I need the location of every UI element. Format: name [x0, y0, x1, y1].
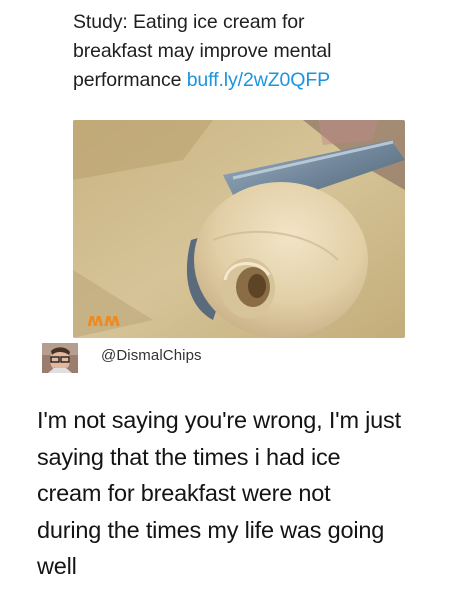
ice-cream-scoop-image: ʍʍ — [73, 120, 405, 338]
watermark-text: ʍʍ — [87, 310, 120, 331]
reply-username[interactable]: @DismalChips — [101, 347, 202, 364]
reply-line: I'm not saying you're wrong, I'm just — [37, 407, 401, 433]
reply-line: well — [37, 553, 77, 579]
tweet-line: performance buff.ly/2wZ0QFP — [73, 66, 453, 95]
tweet-link[interactable]: buff.ly/2wZ0QFP — [187, 69, 330, 91]
reply-line: during the times my life was going — [37, 516, 385, 543]
reply-line: saying that the times i had ice — [37, 443, 341, 470]
reply-tweet-text: I'm not saying you're wrong, I'm just sa… — [37, 402, 467, 585]
tweet-line-text: performance — [73, 69, 187, 91]
avatar-image — [42, 343, 78, 379]
ice-cream-photo[interactable]: ʍʍ — [73, 120, 405, 338]
tweet-line: breakfast may improve mental — [73, 40, 332, 62]
avatar[interactable] — [42, 343, 78, 379]
original-tweet-text: Study: Eating ice cream for breakfast ma… — [73, 8, 453, 95]
reply-line: cream for breakfast were not — [37, 480, 331, 506]
tweet-line: Study: Eating ice cream for — [73, 11, 305, 33]
